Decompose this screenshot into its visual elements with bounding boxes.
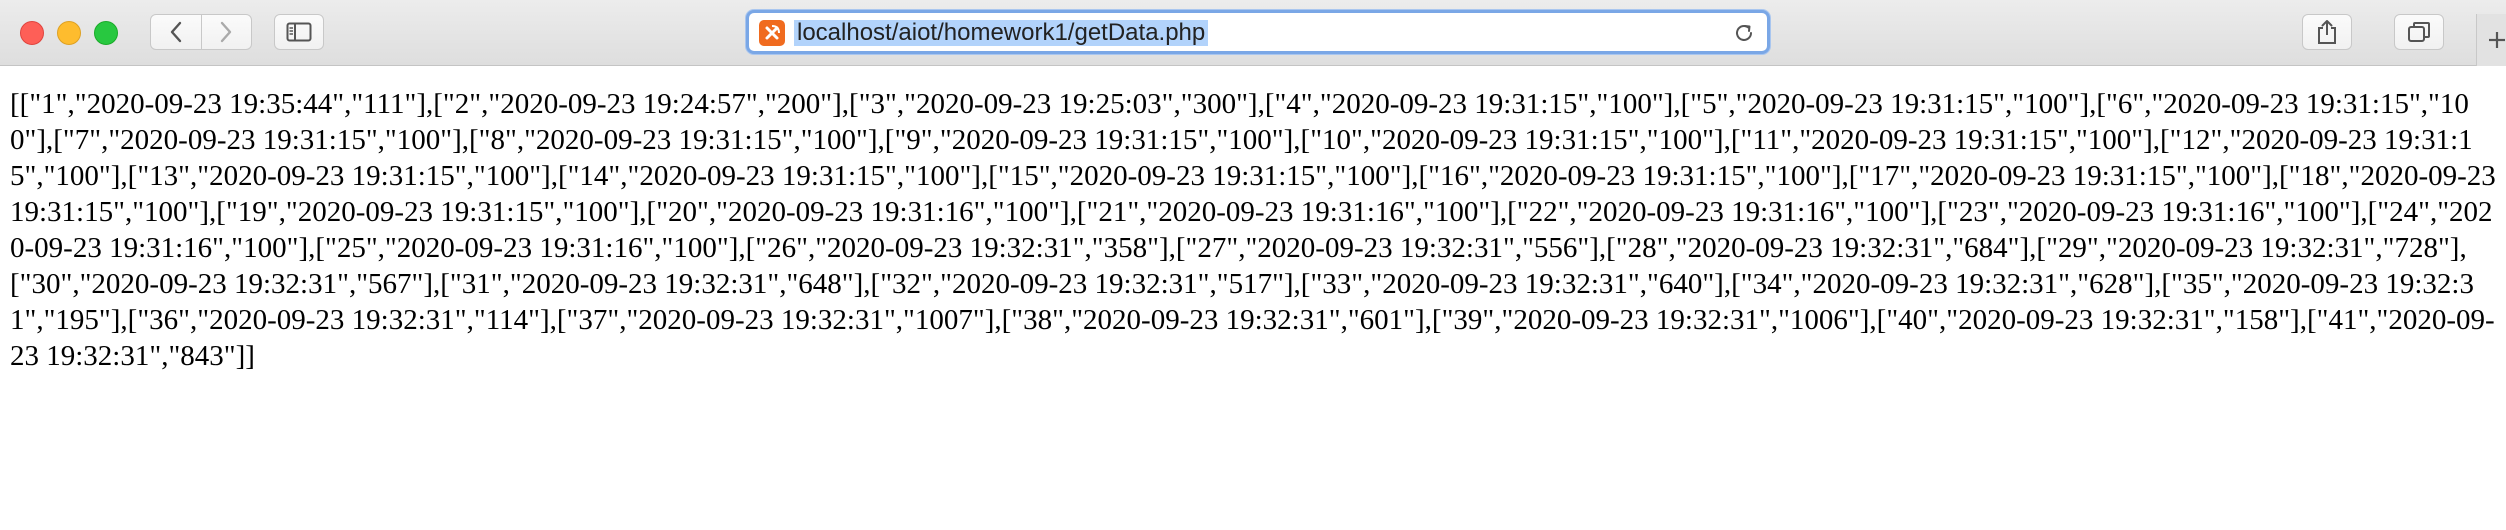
minimize-window-button[interactable] [57, 21, 81, 45]
plus-icon [2489, 32, 2505, 48]
forward-button[interactable] [200, 15, 252, 49]
chevron-left-icon [170, 21, 181, 43]
sidebar-toggle-button[interactable] [274, 14, 324, 50]
back-button[interactable] [151, 15, 201, 49]
address-bar[interactable]: localhost/aiot/homework1/getData.php [746, 10, 1770, 54]
reload-button[interactable] [1731, 20, 1757, 46]
browser-toolbar: localhost/aiot/homework1/getData.php [0, 0, 2506, 66]
history-navigation [150, 14, 252, 50]
chevron-right-icon [221, 21, 232, 43]
close-window-button[interactable] [20, 21, 44, 45]
json-response-text: [["1","2020-09-23 19:35:44","111"],["2",… [10, 88, 2496, 372]
reload-icon [1736, 24, 1752, 41]
tab-overview-button[interactable] [2394, 14, 2444, 50]
new-tab-button[interactable] [2476, 14, 2506, 66]
sidebar-icon [286, 22, 312, 42]
share-icon [2318, 20, 2336, 44]
tab-overview-icon [2408, 22, 2430, 42]
zoom-window-button[interactable] [94, 21, 118, 45]
xampp-icon [759, 20, 785, 46]
share-button[interactable] [2302, 14, 2352, 50]
url-text[interactable]: localhost/aiot/homework1/getData.php [794, 20, 1209, 46]
